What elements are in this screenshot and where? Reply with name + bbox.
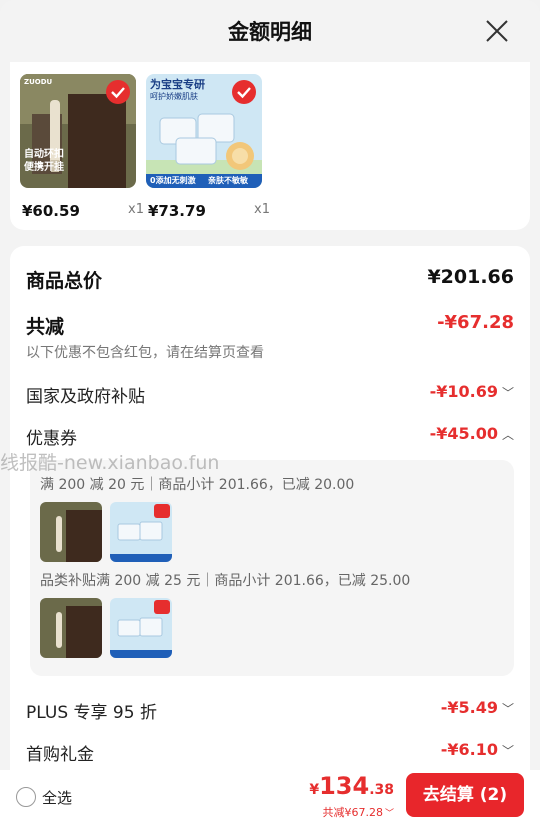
watermark: 线报酷-new.xianbao.fun xyxy=(0,452,220,474)
goods-total-row: 商品总价 ¥201.66 xyxy=(26,266,514,292)
chevron-down-icon[interactable]: ﹀ xyxy=(385,809,394,819)
coupon-value: -¥45.00 xyxy=(429,424,498,443)
plus-label: PLUS 专享 95 折 xyxy=(26,703,157,723)
reduce-label: 共减 xyxy=(26,316,65,338)
product-thumb-caption: 自动环扣 便携开挂 xyxy=(24,149,64,173)
coupon-line: 品类补贴满 200 减 25 元｜商品小计 201.66，已减 25.00 xyxy=(40,573,411,589)
coupon-product-thumb xyxy=(40,598,102,658)
product-price: ¥73.79 xyxy=(148,202,206,220)
subsidy-label: 国家及政府补贴 xyxy=(26,387,145,407)
coupon-product-thumb xyxy=(110,502,172,562)
chevron-down-icon[interactable]: ﹀ xyxy=(502,700,514,717)
plus-value: -¥5.49 xyxy=(440,698,498,717)
product-footer-right: 亲肤不敏敏 xyxy=(208,176,248,185)
total-saving[interactable]: 共减¥67.28 ﹀ xyxy=(322,804,394,820)
chevron-down-icon[interactable]: ﹀ xyxy=(502,742,514,759)
goods-total-label: 商品总价 xyxy=(26,270,103,292)
product-thumbnail-wipes: 为宝宝专研 呵护娇嫩肌肤 0添加无刺激 亲肤不敏敏 xyxy=(146,74,262,188)
plus-row[interactable]: PLUS 专享 95 折 -¥5.49 ﹀ xyxy=(26,698,514,723)
product-qty: x1 xyxy=(254,202,270,217)
subsidy-row[interactable]: 国家及政府补贴 -¥10.69 ﹀ xyxy=(26,382,514,407)
coupon-product-thumb xyxy=(40,502,102,562)
chevron-down-icon[interactable]: ﹀ xyxy=(502,384,514,401)
saving-text: 共减¥67.28 xyxy=(322,806,383,819)
total-yen: ¥ xyxy=(309,782,320,798)
check-icon xyxy=(106,80,130,104)
coupon-label: 优惠券 xyxy=(26,429,77,449)
close-icon[interactable] xyxy=(484,18,510,44)
total-dec: .38 xyxy=(369,782,394,798)
first-purchase-row[interactable]: 首购礼金 -¥6.10 ﹀ xyxy=(26,740,514,765)
product-subbanner: 呵护娇嫩肌肤 xyxy=(150,92,198,101)
reduce-row: 共减 -¥67.28 xyxy=(26,312,514,338)
sheet-header: 金额明细 xyxy=(0,0,540,62)
product-footer-left: 0添加无刺激 xyxy=(150,176,196,185)
product-price: ¥60.59 xyxy=(22,202,80,220)
product-item[interactable]: ZUODU 自动环扣 便携开挂 ¥60.59 x1 xyxy=(20,74,144,220)
subsidy-value: -¥10.69 xyxy=(429,382,498,401)
product-item[interactable]: 为宝宝专研 呵护娇嫩肌肤 0添加无刺激 亲肤不敏敏 ¥73.79 x1 xyxy=(146,74,270,220)
reduce-note: 以下优惠不包含红包，请在结算页查看 xyxy=(26,345,264,361)
first-purchase-label: 首购礼金 xyxy=(26,745,94,765)
total-int: 134 xyxy=(319,772,370,800)
first-purchase-value: -¥6.10 xyxy=(440,740,498,759)
coupon-product-thumb xyxy=(110,598,172,658)
sheet-title: 金额明细 xyxy=(228,20,312,44)
select-all-label[interactable]: 全选 xyxy=(42,787,72,808)
products-card: ZUODU 自动环扣 便携开挂 ¥60.59 x1 为宝宝专研 呵护娇嫩肌肤 0… xyxy=(10,62,530,230)
bottom-bar: 全选 ¥134.38 共减¥67.28 ﹀ 去结算 (2) xyxy=(0,770,540,820)
product-thumbnail-umbrella: ZUODU 自动环扣 便携开挂 xyxy=(20,74,136,188)
reduce-note-row: 以下优惠不包含红包，请在结算页查看 xyxy=(26,342,514,362)
checkout-button[interactable]: 去结算 (2) xyxy=(406,773,524,817)
check-icon xyxy=(232,80,256,104)
product-banner: 为宝宝专研 xyxy=(150,78,205,91)
reduce-value: -¥67.28 xyxy=(437,312,514,333)
chevron-up-icon[interactable]: ︿ xyxy=(502,426,514,443)
detail-sheet: 金额明细 ZUODU 自动环扣 便携开挂 ¥60.59 x1 为宝宝专研 呵护娇… xyxy=(0,0,540,820)
goods-total-value: ¥201.66 xyxy=(427,266,514,288)
product-qty: x1 xyxy=(128,202,144,217)
coupon-row[interactable]: 优惠券 -¥45.00 ︿ xyxy=(26,424,514,449)
total-price: ¥134.38 xyxy=(309,772,394,800)
coupon-breakdown: 满 200 减 20 元｜商品小计 201.66，已减 20.00 品类补贴满 … xyxy=(30,460,514,676)
coupon-line: 满 200 减 20 元｜商品小计 201.66，已减 20.00 xyxy=(40,477,355,493)
select-all-radio[interactable] xyxy=(16,787,36,807)
brand-label: ZUODU xyxy=(24,78,53,86)
